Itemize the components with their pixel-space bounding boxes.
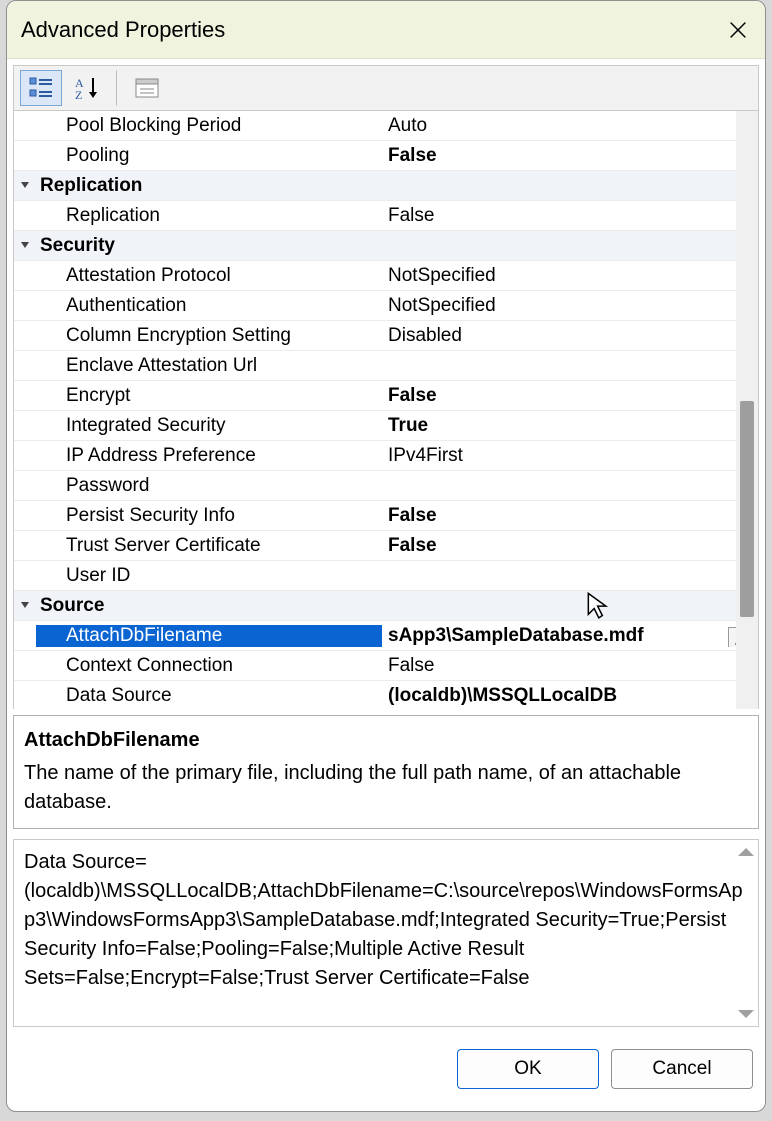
- property-name: Pool Blocking Period: [36, 115, 382, 137]
- category-label: Security: [36, 235, 382, 257]
- property-name: User ID: [36, 565, 382, 587]
- chevron-down-icon[interactable]: [14, 598, 36, 614]
- property-name: Context Connection: [36, 655, 382, 677]
- property-value[interactable]: False: [382, 385, 758, 407]
- property-value[interactable]: False: [382, 655, 758, 677]
- property-value[interactable]: IPv4First: [382, 445, 758, 467]
- property-row[interactable]: Trust Server CertificateFalse: [14, 531, 758, 561]
- property-value[interactable]: True: [382, 415, 758, 437]
- alphabetical-button[interactable]: A Z: [66, 70, 108, 106]
- property-value[interactable]: (localdb)\MSSQLLocalDB: [382, 685, 758, 707]
- property-value[interactable]: sApp3\SampleDatabase.mdf...: [382, 625, 758, 647]
- property-row[interactable]: PoolingFalse: [14, 141, 758, 171]
- property-row[interactable]: Enclave Attestation Url: [14, 351, 758, 381]
- connection-string-box[interactable]: Data Source=(localdb)\MSSQLLocalDB;Attac…: [13, 839, 759, 1027]
- property-row[interactable]: Column Encryption SettingDisabled: [14, 321, 758, 351]
- property-value[interactable]: NotSpecified: [382, 265, 758, 287]
- property-row[interactable]: User ID: [14, 561, 758, 591]
- property-row[interactable]: Persist Security InfoFalse: [14, 501, 758, 531]
- property-name: Authentication: [36, 295, 382, 317]
- property-row[interactable]: AttachDbFilenamesApp3\SampleDatabase.mdf…: [14, 621, 758, 651]
- scrollbar[interactable]: [736, 111, 758, 709]
- property-description-pane: AttachDbFilename The name of the primary…: [13, 715, 759, 829]
- chevron-down-icon[interactable]: [14, 238, 36, 254]
- property-name: Password: [36, 475, 382, 497]
- property-pages-button[interactable]: [126, 70, 168, 106]
- property-value[interactable]: Auto: [382, 115, 758, 137]
- property-row[interactable]: EncryptFalse: [14, 381, 758, 411]
- close-icon: [727, 19, 749, 41]
- categorized-button[interactable]: [20, 70, 62, 106]
- property-value[interactable]: Disabled: [382, 325, 758, 347]
- property-row[interactable]: IP Address PreferenceIPv4First: [14, 441, 758, 471]
- property-name: Encrypt: [36, 385, 382, 407]
- property-description-text: The name of the primary file, including …: [24, 759, 748, 817]
- property-grid: Pool Blocking PeriodAutoPoolingFalseRepl…: [13, 111, 759, 709]
- property-name: Data Source: [36, 685, 382, 707]
- category-label: Source: [36, 595, 382, 617]
- property-row[interactable]: Context ConnectionFalse: [14, 651, 758, 681]
- property-pages-icon: [133, 74, 161, 102]
- alphabetical-icon: A Z: [73, 74, 101, 102]
- property-value[interactable]: False: [382, 205, 758, 227]
- category-label: Replication: [36, 175, 382, 197]
- property-name: AttachDbFilename: [36, 625, 382, 647]
- property-name: IP Address Preference: [36, 445, 382, 467]
- property-row[interactable]: AuthenticationNotSpecified: [14, 291, 758, 321]
- property-name: Pooling: [36, 145, 382, 167]
- scroll-down-icon[interactable]: [738, 1010, 754, 1018]
- property-value[interactable]: NotSpecified: [382, 295, 758, 317]
- property-row[interactable]: Password: [14, 471, 758, 501]
- property-grid-toolbar: A Z: [13, 65, 759, 111]
- property-row[interactable]: Data Source(localdb)\MSSQLLocalDB: [14, 681, 758, 709]
- toolbar-separator: [116, 70, 118, 106]
- scrollbar-thumb[interactable]: [740, 401, 754, 617]
- ok-button[interactable]: OK: [457, 1049, 599, 1089]
- categorized-icon: [27, 74, 55, 102]
- svg-text:Z: Z: [75, 88, 82, 102]
- property-category[interactable]: Replication: [14, 171, 758, 201]
- property-row[interactable]: Attestation ProtocolNotSpecified: [14, 261, 758, 291]
- property-value[interactable]: False: [382, 535, 758, 557]
- dialog-buttons: OK Cancel: [7, 1039, 765, 1111]
- property-name: Enclave Attestation Url: [36, 355, 382, 377]
- property-name: Replication: [36, 205, 382, 227]
- property-name: Column Encryption Setting: [36, 325, 382, 347]
- property-category[interactable]: Source: [14, 591, 758, 621]
- property-row[interactable]: Pool Blocking PeriodAuto: [14, 111, 758, 141]
- property-value[interactable]: False: [382, 145, 758, 167]
- property-name: Trust Server Certificate: [36, 535, 382, 557]
- property-row[interactable]: ReplicationFalse: [14, 201, 758, 231]
- property-value[interactable]: False: [382, 505, 758, 527]
- scroll-up-icon[interactable]: [738, 848, 754, 856]
- dialog-title: Advanced Properties: [21, 17, 725, 43]
- cancel-button[interactable]: Cancel: [611, 1049, 753, 1089]
- connection-string-text: Data Source=(localdb)\MSSQLLocalDB;Attac…: [24, 848, 748, 993]
- titlebar: Advanced Properties: [7, 1, 765, 59]
- property-row[interactable]: Integrated SecurityTrue: [14, 411, 758, 441]
- property-name: Attestation Protocol: [36, 265, 382, 287]
- advanced-properties-dialog: Advanced Properties A Z: [6, 0, 766, 1112]
- chevron-down-icon[interactable]: [14, 178, 36, 194]
- property-name: Integrated Security: [36, 415, 382, 437]
- property-description-name: AttachDbFilename: [24, 726, 748, 755]
- property-category[interactable]: Security: [14, 231, 758, 261]
- property-name: Persist Security Info: [36, 505, 382, 527]
- close-button[interactable]: [725, 17, 751, 43]
